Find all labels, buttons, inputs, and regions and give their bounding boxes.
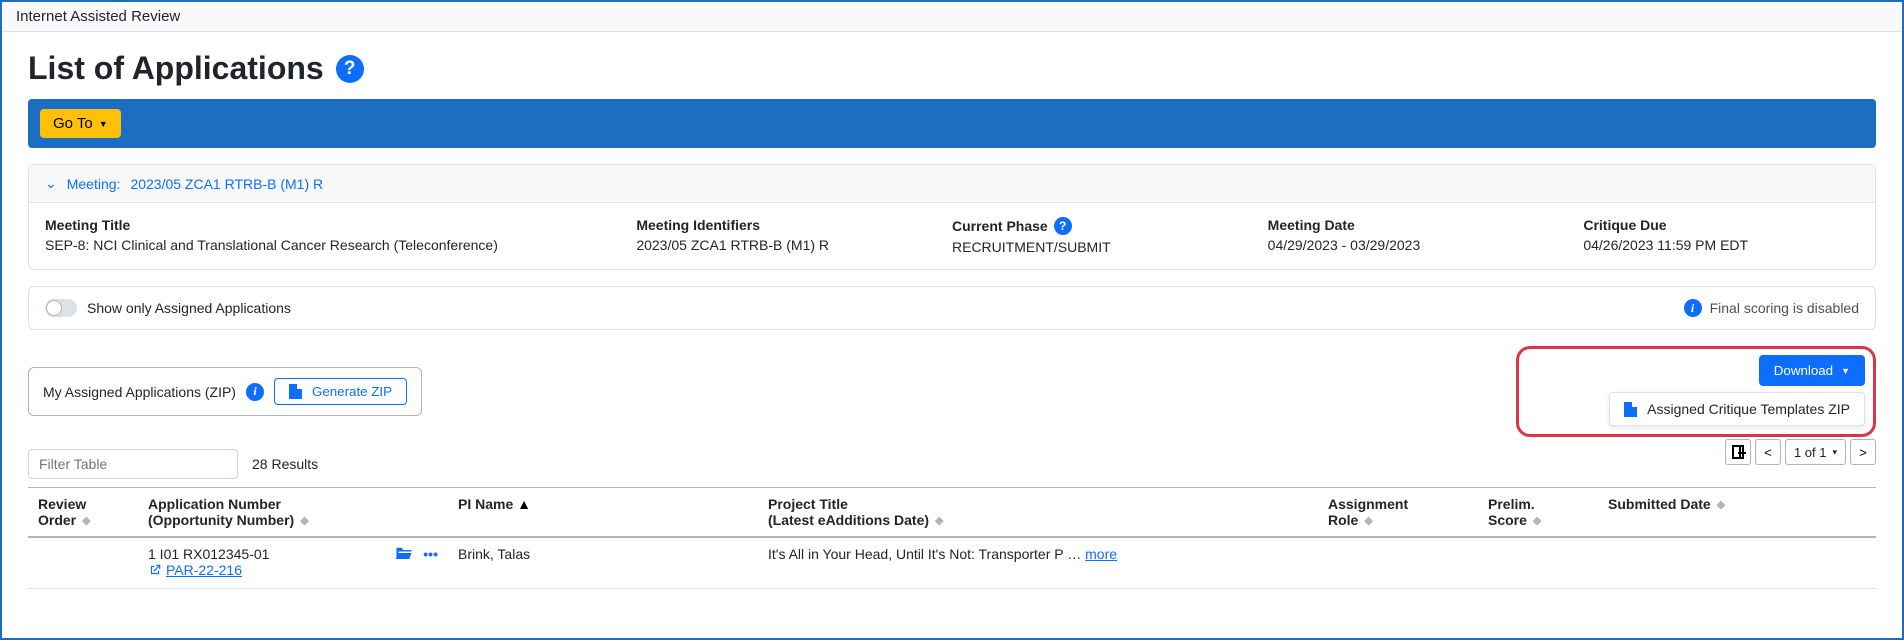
col-prelim-score[interactable]: Prelim. Score◆ [1478, 488, 1598, 538]
action-bar: Go To ▼ [28, 99, 1876, 148]
meta-label: Critique Due [1583, 217, 1666, 233]
grid-icon [1732, 445, 1744, 459]
project-title-cell: It's All in Your Head, Until It's Not: T… [768, 546, 1085, 562]
filter-table-input[interactable] [28, 449, 238, 479]
folder-open-icon[interactable] [395, 546, 413, 560]
go-to-label: Go To [53, 115, 93, 132]
meta-label: Meeting Identifiers [636, 217, 760, 233]
table-pager: < 1 of 1 ▾ > [1725, 439, 1876, 465]
meta-value: 2023/05 ZCA1 RTRB-B (M1) R [636, 237, 912, 253]
file-zip-icon [1624, 402, 1637, 417]
meta-label: Meeting Title [45, 217, 130, 233]
external-link-icon [148, 563, 162, 577]
window-titlebar: Internet Assisted Review [2, 2, 1902, 32]
pager-prev-button[interactable]: < [1755, 439, 1781, 465]
pager-page-select[interactable]: 1 of 1 ▾ [1785, 439, 1846, 465]
final-scoring-msg: Final scoring is disabled [1710, 300, 1859, 316]
more-link[interactable]: more [1085, 546, 1117, 562]
sort-icon: ◆ [935, 519, 943, 525]
grid-settings-button[interactable] [1725, 439, 1751, 465]
opportunity-link[interactable]: PAR-22-216 [148, 562, 242, 578]
meeting-header-label: Meeting: [67, 176, 121, 192]
sort-icon: ◆ [1717, 503, 1725, 509]
col-project-title[interactable]: Project Title (Latest eAdditions Date)◆ [758, 488, 1318, 538]
sort-icon: ◆ [82, 519, 90, 525]
pi-name-cell: Brink, Talas [448, 537, 758, 589]
zip-label: My Assigned Applications (ZIP) [43, 384, 236, 400]
caret-down-icon: ▼ [1841, 366, 1850, 376]
meta-value: 04/29/2023 - 03/29/2023 [1268, 237, 1544, 253]
help-icon[interactable]: ? [1054, 217, 1072, 235]
caret-down-icon: ▼ [99, 119, 108, 129]
info-icon: i [1684, 299, 1702, 317]
sort-icon: ◆ [1533, 519, 1541, 525]
application-number: 1 I01 RX012345-01 [148, 546, 269, 562]
meeting-header-value: 2023/05 ZCA1 RTRB-B (M1) R [130, 176, 323, 192]
meta-label: Meeting Date [1268, 217, 1355, 233]
sort-icon: ◆ [1364, 519, 1372, 525]
download-highlight: Download ▼ Assigned Critique Templates Z… [1516, 346, 1876, 437]
chevron-down-icon: ⌄ [45, 175, 57, 192]
help-icon[interactable]: ? [336, 55, 364, 83]
assigned-only-label: Show only Assigned Applications [87, 300, 291, 316]
col-assignment-role[interactable]: Assignment Role◆ [1318, 488, 1478, 538]
filter-options-bar: Show only Assigned Applications i Final … [28, 286, 1876, 330]
table-row: 1 I01 RX012345-01 ••• PAR-22-216 Brink, … [28, 537, 1876, 589]
pager-next-button[interactable]: > [1850, 439, 1876, 465]
zip-section: My Assigned Applications (ZIP) i Generat… [28, 367, 422, 416]
generate-zip-button[interactable]: Generate ZIP [274, 378, 407, 405]
meta-label: Current Phase [952, 218, 1048, 234]
meeting-panel-toggle[interactable]: ⌄ Meeting: 2023/05 ZCA1 RTRB-B (M1) R [29, 165, 1875, 203]
col-submitted-date[interactable]: Submitted Date◆ [1598, 488, 1876, 538]
results-count: 28 Results [252, 456, 318, 472]
download-button[interactable]: Download ▼ [1759, 355, 1865, 386]
file-zip-icon [289, 384, 302, 399]
info-icon[interactable]: i [246, 383, 264, 401]
meta-value: SEP-8: NCI Clinical and Translational Ca… [45, 237, 596, 253]
meta-value: 04/26/2023 11:59 PM EDT [1583, 237, 1859, 253]
go-to-button[interactable]: Go To ▼ [40, 109, 121, 138]
col-pi-name[interactable]: PI Name [448, 488, 758, 538]
download-menu-item[interactable]: Assigned Critique Templates ZIP [1609, 392, 1865, 426]
page-title: List of Applications [28, 50, 324, 87]
meta-value: RECRUITMENT/SUBMIT [952, 239, 1228, 255]
assigned-only-toggle[interactable] [45, 299, 77, 317]
col-review-order[interactable]: Review Order◆ [28, 488, 138, 538]
col-app-number[interactable]: Application Number (Opportunity Number)◆ [138, 488, 448, 538]
more-actions-icon[interactable]: ••• [423, 546, 438, 562]
applications-table: Review Order◆ Application Number (Opport… [28, 487, 1876, 589]
caret-down-icon: ▾ [1832, 447, 1837, 458]
sort-icon: ◆ [300, 519, 308, 525]
sort-asc-icon [517, 496, 531, 512]
meeting-panel: ⌄ Meeting: 2023/05 ZCA1 RTRB-B (M1) R Me… [28, 164, 1876, 270]
